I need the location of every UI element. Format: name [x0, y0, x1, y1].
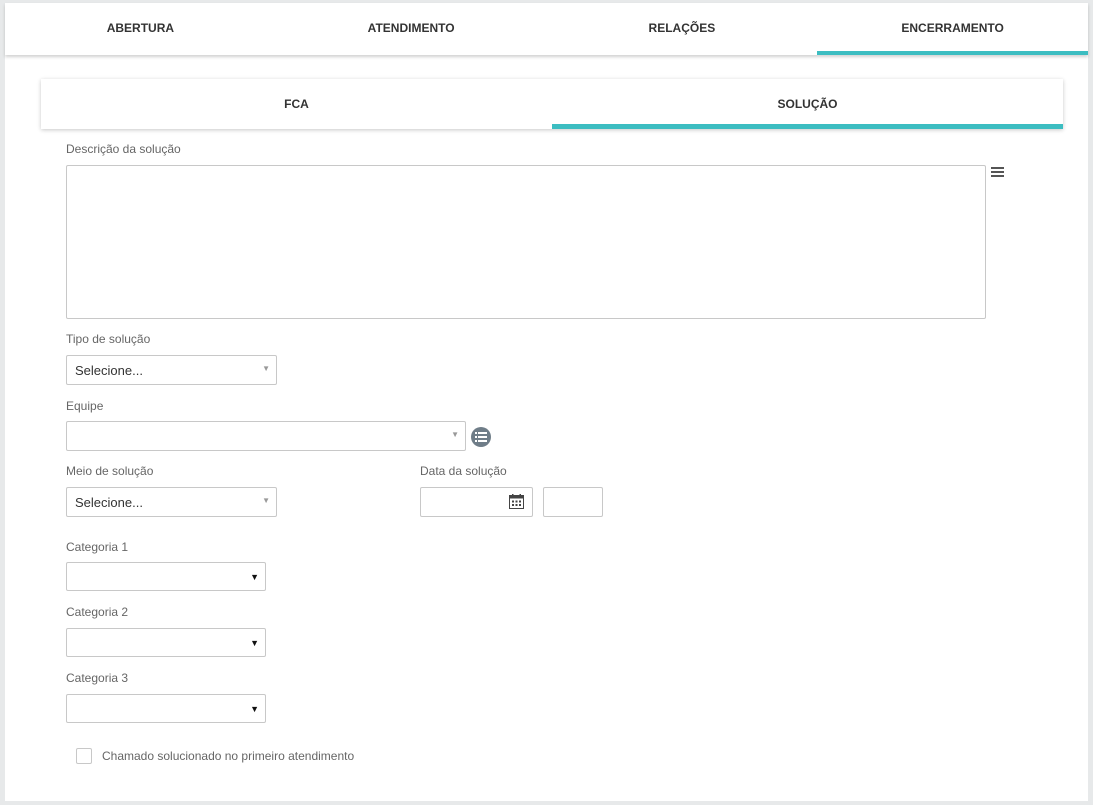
- meio-solucao-label: Meio de solução: [66, 464, 154, 478]
- main-panel: ABERTURA ATENDIMENTO RELAÇÕES ENCERRAMEN…: [5, 3, 1088, 801]
- chevron-down-icon: ▼: [262, 496, 270, 505]
- list-circle-icon[interactable]: [471, 427, 491, 447]
- tab-abertura[interactable]: ABERTURA: [5, 3, 276, 55]
- top-tab-bar: ABERTURA ATENDIMENTO RELAÇÕES ENCERRAMEN…: [5, 3, 1088, 55]
- primeiro-atendimento-label[interactable]: Chamado solucionado no primeiro atendime…: [102, 749, 354, 763]
- tab-encerramento[interactable]: ENCERRAMENTO: [817, 3, 1088, 55]
- categoria3-select[interactable]: ▼: [66, 694, 266, 723]
- chevron-down-icon: ▼: [250, 704, 259, 714]
- tab-atendimento[interactable]: ATENDIMENTO: [276, 3, 547, 55]
- equipe-select[interactable]: ▼: [66, 421, 466, 451]
- meio-solucao-select[interactable]: Selecione... ▼: [66, 487, 277, 517]
- categoria1-select[interactable]: ▼: [66, 562, 266, 591]
- calendar-icon[interactable]: [509, 494, 524, 509]
- chevron-down-icon: ▼: [262, 364, 270, 373]
- chevron-down-icon: ▼: [250, 572, 259, 582]
- tab-solucao[interactable]: SOLUÇÃO: [552, 79, 1063, 129]
- tab-label: FCA: [284, 97, 309, 111]
- tab-relacoes[interactable]: RELAÇÕES: [547, 3, 818, 55]
- descricao-label: Descrição da solução: [66, 142, 181, 156]
- data-solucao-input[interactable]: [420, 487, 533, 517]
- chevron-down-icon: ▼: [250, 638, 259, 648]
- select-value: Selecione...: [75, 495, 143, 510]
- tab-fca[interactable]: FCA: [41, 79, 552, 129]
- data-solucao-label: Data da solução: [420, 464, 507, 478]
- chevron-down-icon: ▼: [451, 430, 459, 439]
- tab-label: ENCERRAMENTO: [901, 21, 1004, 35]
- categoria2-label: Categoria 2: [66, 605, 129, 619]
- equipe-label: Equipe: [66, 399, 104, 413]
- tab-label: ABERTURA: [106, 21, 175, 35]
- tab-label: RELAÇÕES: [648, 21, 716, 35]
- select-value: Selecione...: [75, 363, 143, 378]
- tipo-solucao-select[interactable]: Selecione... ▼: [66, 355, 277, 385]
- descricao-textarea[interactable]: [66, 165, 986, 319]
- tab-label: ATENDIMENTO: [367, 21, 455, 35]
- tipo-solucao-label: Tipo de solução: [66, 332, 151, 346]
- tab-label: SOLUÇÃO: [777, 97, 838, 111]
- sub-tab-bar: FCA SOLUÇÃO: [41, 79, 1063, 129]
- hamburger-menu-icon[interactable]: [991, 167, 1004, 179]
- categoria1-label: Categoria 1: [66, 540, 129, 554]
- categoria3-label: Categoria 3: [66, 671, 129, 685]
- hora-solucao-input[interactable]: [543, 487, 603, 517]
- primeiro-atendimento-checkbox[interactable]: [76, 748, 92, 764]
- categoria2-select[interactable]: ▼: [66, 628, 266, 657]
